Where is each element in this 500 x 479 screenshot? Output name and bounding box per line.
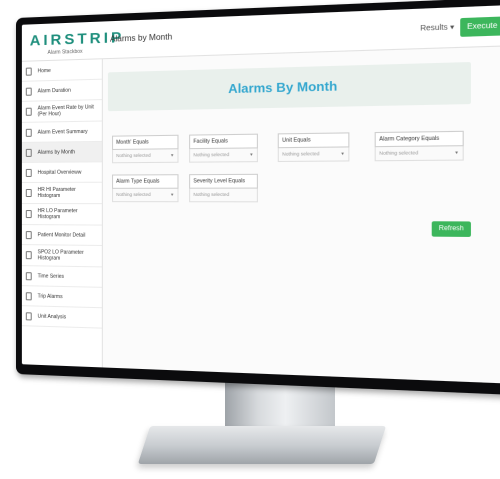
- filter-select-unit[interactable]: Nothing selected ▼: [278, 147, 350, 162]
- sidebar-item-alarms-by-month[interactable]: Alarms by Month: [22, 142, 102, 163]
- logo-subtitle: Alarm Stackbox: [48, 48, 108, 56]
- sidebar-item-hr-lo-histogram[interactable]: HR LO Parameter Histogram: [22, 204, 102, 226]
- sidebar: Home Alarm Duration Alarm Event Rate by …: [22, 59, 103, 367]
- sidebar-item-label: Patient Monitor Detail: [38, 232, 86, 238]
- sidebar-item-label: Alarm Duration: [38, 87, 71, 94]
- app-header: AIRSTRIP Alarm Stackbox Alarms by Month …: [22, 5, 500, 62]
- sidebar-item-label: SPO2 LO Parameter Histogram: [38, 249, 99, 262]
- main-content: Alarms By Month Month' Equals Nothing se…: [108, 54, 500, 383]
- page-title: Alarms by Month: [110, 32, 172, 44]
- document-icon: [26, 128, 32, 136]
- sidebar-item-label: Hospital Overvieww: [38, 169, 82, 175]
- document-icon: [26, 67, 32, 75]
- sidebar-item-hr-hi-histogram[interactable]: HR HI Parameter Histogram: [22, 183, 102, 204]
- filter-value: Nothing selected: [282, 151, 319, 157]
- filter-select-alarm-category[interactable]: Nothing selected ▼: [375, 146, 464, 161]
- filter-alarm-category: Alarm Category Equals Nothing selected ▼: [375, 131, 464, 162]
- filter-facility: Facility Equals Nothing selected ▼: [189, 134, 258, 163]
- filter-value: Nothing selected: [193, 152, 229, 158]
- document-icon: [26, 108, 32, 116]
- results-dropdown[interactable]: Results ▾: [420, 23, 454, 33]
- filter-label: Facility Equals: [189, 134, 258, 150]
- filter-value: Nothing selected: [193, 192, 229, 197]
- filter-select-severity-level[interactable]: Nothing selected: [189, 189, 258, 203]
- sidebar-item-label: Home: [38, 67, 51, 73]
- filter-label: Unit Equals: [278, 132, 350, 148]
- filter-unit: Unit Equals Nothing selected ▼: [278, 132, 350, 162]
- sidebar-item-label: Trip Alarms: [38, 293, 63, 300]
- document-icon: [26, 312, 32, 320]
- sidebar-item-unit-analysis[interactable]: Unit Analysis: [22, 306, 102, 328]
- document-icon: [26, 272, 32, 280]
- report-title: Alarms By Month: [228, 79, 337, 97]
- sidebar-item-label: Time Series: [38, 273, 64, 280]
- filter-value: Nothing selected: [116, 153, 151, 158]
- sidebar-item-alarm-duration[interactable]: Alarm Duration: [22, 80, 102, 102]
- sidebar-item-alarm-event-summary[interactable]: Alarm Event Summary: [22, 122, 102, 143]
- caret-down-icon: ▼: [170, 152, 174, 157]
- logo-text: AIRSTRIP: [30, 29, 108, 49]
- filter-select-month[interactable]: Nothing selected ▼: [112, 149, 178, 163]
- filter-value: Nothing selected: [116, 192, 151, 197]
- filter-label: Month' Equals: [112, 135, 178, 150]
- document-icon: [26, 251, 32, 259]
- sidebar-item-label: Alarms by Month: [38, 149, 75, 155]
- sidebar-item-label: HR HI Parameter Histogram: [38, 187, 99, 199]
- filter-label: Alarm Category Equals: [375, 131, 464, 147]
- monitor-bezel: AIRSTRIP Alarm Stackbox Alarms by Month …: [16, 0, 500, 395]
- report-title-banner: Alarms By Month: [108, 62, 471, 111]
- sidebar-item-label: HR LO Parameter Histogram: [38, 208, 99, 220]
- monitor-stand-base: [138, 426, 386, 464]
- document-icon: [26, 87, 32, 95]
- filter-label: Alarm Type Equals: [112, 174, 178, 189]
- filter-severity-level: Severity Level Equals Nothing selected: [189, 174, 258, 203]
- sidebar-item-label: Unit Analysis: [38, 313, 66, 320]
- document-icon: [26, 168, 32, 176]
- caret-down-icon: ▼: [340, 151, 345, 156]
- caret-down-icon: ▼: [454, 150, 459, 156]
- caret-down-icon: ▼: [249, 152, 253, 157]
- sidebar-item-label: Alarm Event Rate by Unit (Per Hour): [38, 104, 99, 117]
- sidebar-item-time-series[interactable]: Time Series: [22, 266, 102, 288]
- filter-month: Month' Equals Nothing selected ▼: [112, 135, 178, 164]
- document-icon: [26, 231, 32, 239]
- caret-down-icon: ▼: [170, 192, 174, 197]
- sidebar-item-trip-alarms[interactable]: Trip Alarms: [22, 286, 102, 308]
- sidebar-item-home[interactable]: Home: [22, 59, 102, 82]
- sidebar-item-alarm-event-rate[interactable]: Alarm Event Rate by Unit (Per Hour): [22, 100, 102, 123]
- filter-select-facility[interactable]: Nothing selected ▼: [189, 148, 258, 162]
- execute-button[interactable]: Execute: [460, 16, 500, 36]
- sidebar-item-label: Alarm Event Summary: [38, 128, 88, 135]
- document-icon: [26, 292, 32, 300]
- filter-alarm-type: Alarm Type Equals Nothing selected ▼: [112, 174, 178, 202]
- app-logo[interactable]: AIRSTRIP Alarm Stackbox: [30, 29, 108, 56]
- filter-value: Nothing selected: [379, 150, 418, 156]
- sidebar-item-spo2-lo-histogram[interactable]: SPO2 LO Parameter Histogram: [22, 245, 102, 267]
- document-icon: [26, 189, 32, 197]
- monitor-screen: AIRSTRIP Alarm Stackbox Alarms by Month …: [22, 5, 500, 384]
- filter-label: Severity Level Equals: [189, 174, 258, 189]
- document-icon: [26, 210, 32, 218]
- refresh-button[interactable]: Refresh: [432, 221, 471, 237]
- document-icon: [26, 148, 32, 156]
- filter-select-alarm-type[interactable]: Nothing selected ▼: [112, 189, 178, 202]
- sidebar-item-hospital-overview[interactable]: Hospital Overvieww: [22, 162, 102, 183]
- sidebar-item-patient-monitor-detail[interactable]: Patient Monitor Detail: [22, 225, 102, 246]
